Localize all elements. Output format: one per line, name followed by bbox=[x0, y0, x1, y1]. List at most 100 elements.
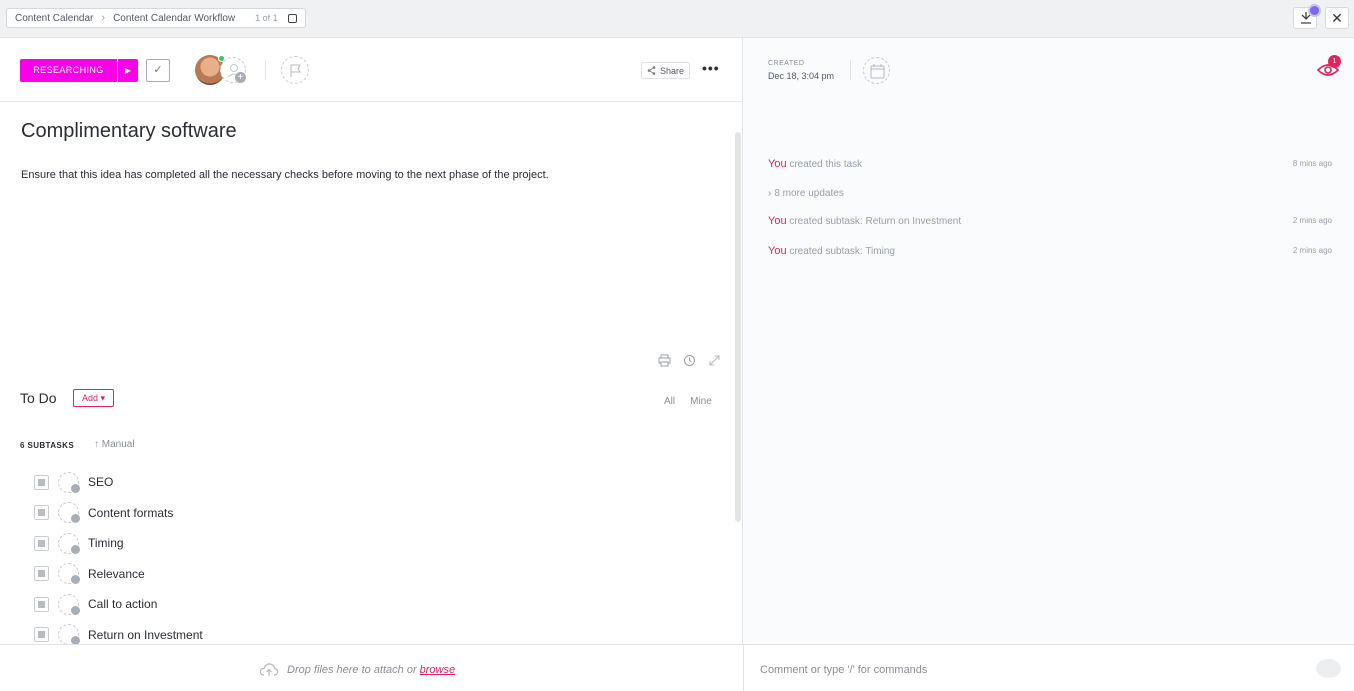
list-item[interactable]: Timing bbox=[34, 528, 203, 559]
flag-icon bbox=[290, 64, 301, 77]
list-item[interactable]: SEO bbox=[34, 467, 203, 498]
comment-input[interactable]: Comment or type '/' for commands bbox=[760, 664, 927, 676]
browse-link[interactable]: browse bbox=[420, 664, 455, 676]
copy-link-icon[interactable] bbox=[287, 13, 297, 23]
list-item[interactable]: Call to action bbox=[34, 589, 203, 620]
notification-dot bbox=[1310, 6, 1319, 15]
activity-actor: You bbox=[768, 215, 787, 227]
subtask-name[interactable]: Relevance bbox=[88, 567, 145, 581]
sort-button[interactable]: ↑ Manual bbox=[94, 439, 135, 450]
list-item[interactable]: Relevance bbox=[34, 559, 203, 590]
plus-icon bbox=[71, 605, 80, 615]
assign-user-icon[interactable] bbox=[58, 593, 80, 615]
activity-text: created subtask: Return on Investment bbox=[786, 216, 962, 227]
more-options-button[interactable]: ••• bbox=[702, 60, 720, 76]
activity-actor: You bbox=[768, 158, 787, 170]
footer: Drop files here to attach or browse Comm… bbox=[0, 644, 1354, 691]
subtask-filters: All Mine bbox=[664, 396, 712, 407]
minimize-button[interactable] bbox=[1293, 6, 1319, 29]
plus-icon bbox=[71, 483, 80, 493]
due-date-button[interactable] bbox=[863, 57, 890, 84]
add-assignee-button[interactable]: + bbox=[220, 57, 246, 83]
assign-user-icon[interactable] bbox=[58, 502, 80, 524]
subtask-name[interactable]: Timing bbox=[88, 536, 124, 550]
filter-all[interactable]: All bbox=[664, 396, 675, 407]
divider bbox=[850, 60, 851, 80]
ellipsis-icon: ••• bbox=[702, 60, 720, 76]
close-button[interactable]: ✕ bbox=[1325, 7, 1349, 29]
caret-down-icon: ▾ bbox=[100, 393, 106, 403]
subtask-name[interactable]: Return on Investment bbox=[88, 628, 203, 642]
chevron-right-icon: › bbox=[101, 12, 106, 24]
cloud-upload-icon bbox=[259, 663, 279, 676]
watchers-count-badge: 1 bbox=[1328, 55, 1341, 68]
activity-text: created this task bbox=[786, 159, 863, 170]
status-next-button[interactable]: ▶ bbox=[118, 59, 138, 82]
status-control: RESEARCHING ▶ bbox=[20, 59, 138, 82]
subtask-name[interactable]: Content formats bbox=[88, 506, 173, 520]
activity-time: 2 mins ago bbox=[1292, 216, 1332, 225]
complete-checkbox[interactable]: ✓ bbox=[146, 59, 170, 82]
activity-panel: CREATED Dec 18, 3:04 pm 1 You created th… bbox=[744, 38, 1354, 644]
activity-text: 8 more updates bbox=[774, 188, 844, 199]
file-drop-zone[interactable]: Drop files here to attach or browse bbox=[259, 662, 455, 677]
list-item[interactable]: Content formats bbox=[34, 498, 203, 529]
plus-icon bbox=[71, 575, 80, 585]
close-icon: ✕ bbox=[1331, 10, 1343, 26]
comment-bubble-icon[interactable] bbox=[1316, 659, 1341, 678]
task-description[interactable]: Ensure that this idea has completed all … bbox=[21, 169, 549, 181]
share-button[interactable]: Share bbox=[641, 62, 691, 79]
activity-actor: You bbox=[768, 245, 787, 257]
subtask-checkbox[interactable] bbox=[34, 566, 49, 582]
checkmark-icon: ✓ bbox=[153, 64, 163, 76]
subtask-name[interactable]: SEO bbox=[88, 475, 113, 489]
share-icon bbox=[647, 66, 656, 75]
editor-tools bbox=[658, 354, 721, 367]
subtask-checkbox[interactable] bbox=[34, 535, 49, 551]
breadcrumb: Content Calendar › Content Calendar Work… bbox=[6, 8, 306, 28]
assign-user-icon[interactable] bbox=[58, 624, 80, 646]
assign-user-icon[interactable] bbox=[58, 563, 80, 585]
drop-text: Drop files here to attach or bbox=[287, 663, 417, 676]
activity-item: You created this task 8 mins ago bbox=[768, 158, 1332, 170]
subtask-checkbox[interactable] bbox=[34, 627, 49, 643]
top-bar: Content Calendar › Content Calendar Work… bbox=[0, 0, 1354, 38]
subtask-checkbox[interactable] bbox=[34, 474, 49, 490]
activity-text: created subtask: Timing bbox=[786, 246, 895, 257]
history-icon[interactable] bbox=[683, 354, 696, 367]
more-updates-toggle[interactable]: › 8 more updates bbox=[768, 188, 1332, 199]
subtask-name[interactable]: Call to action bbox=[88, 597, 157, 611]
activity-time: 2 mins ago bbox=[1292, 246, 1332, 255]
created-date: Dec 18, 3:04 pm bbox=[768, 71, 835, 81]
print-icon[interactable] bbox=[658, 354, 671, 367]
subtask-checkbox[interactable] bbox=[34, 505, 49, 521]
breadcrumb-item-content-calendar[interactable]: Content Calendar bbox=[15, 13, 93, 24]
task-header: RESEARCHING ▶ ✓ + Share ••• bbox=[0, 38, 743, 102]
watchers-button[interactable]: 1 bbox=[1316, 55, 1341, 85]
assign-user-icon[interactable] bbox=[58, 471, 80, 493]
calendar-icon bbox=[870, 64, 885, 79]
activity-time: 8 mins ago bbox=[1292, 159, 1332, 168]
status-button[interactable]: RESEARCHING bbox=[20, 59, 117, 82]
plus-icon bbox=[71, 544, 80, 554]
filter-mine[interactable]: Mine bbox=[690, 396, 712, 407]
task-title[interactable]: Complimentary software bbox=[21, 120, 237, 143]
assign-user-icon[interactable] bbox=[58, 532, 80, 554]
page-count: 1 of 1 bbox=[255, 13, 278, 23]
task-main-panel: RESEARCHING ▶ ✓ + Share ••• Complimentar… bbox=[0, 38, 743, 646]
plus-icon bbox=[71, 514, 80, 524]
activity-item: You created subtask: Return on Investmen… bbox=[768, 215, 1332, 227]
share-label: Share bbox=[660, 65, 685, 76]
plus-icon: + bbox=[235, 72, 246, 83]
subtask-count: 6 SUBTASKS bbox=[20, 441, 75, 450]
subtask-checkbox[interactable] bbox=[34, 596, 49, 612]
breadcrumb-item-workflow[interactable]: Content Calendar Workflow bbox=[113, 13, 235, 24]
activity-item: You created subtask: Timing 2 mins ago bbox=[768, 245, 1332, 257]
scrollbar[interactable] bbox=[735, 132, 741, 522]
add-subtask-button[interactable]: Add ▾ bbox=[73, 389, 114, 407]
expand-icon[interactable] bbox=[708, 354, 721, 367]
add-label: Add bbox=[81, 393, 98, 403]
created-label: CREATED bbox=[768, 60, 805, 67]
chevron-right-icon: › bbox=[768, 188, 772, 199]
priority-button[interactable] bbox=[281, 56, 309, 84]
